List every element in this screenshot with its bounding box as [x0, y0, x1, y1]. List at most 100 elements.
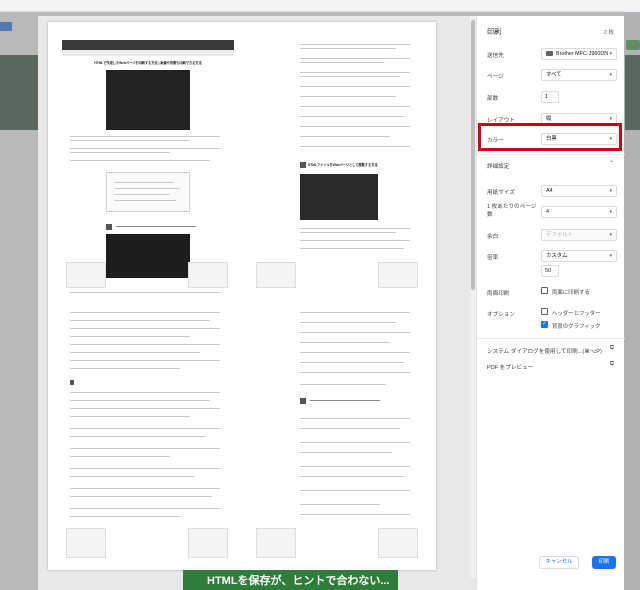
mini-ad: [188, 528, 228, 558]
section-number: [70, 380, 74, 385]
mini-server-image: [300, 174, 378, 220]
destination-select[interactable]: Brother MFC-J960DN ▾: [541, 48, 617, 60]
text-line: [300, 428, 400, 430]
browser-toolbar: [0, 0, 640, 12]
mini-ad: [66, 262, 106, 288]
text-line: [300, 58, 410, 60]
text-line: [300, 362, 404, 364]
more-settings-toggle[interactable]: 詳細設定: [487, 162, 509, 170]
text-line: [300, 490, 410, 492]
external-link-icon[interactable]: ⧉: [610, 361, 614, 368]
preview-scrollbar-thumb[interactable]: [471, 20, 475, 290]
background-graphics-checkbox[interactable]: ✓: [541, 321, 548, 328]
text-line: [300, 352, 410, 354]
printer-icon: [546, 51, 553, 57]
mini-ad: [188, 262, 228, 288]
system-dialog-link[interactable]: システム ダイアログを使用して印刷...(⌘⌥P): [487, 347, 602, 355]
copies-input[interactable]: 1: [541, 91, 559, 103]
text-line: [300, 136, 390, 138]
panel-title: 印刷: [487, 29, 501, 36]
text-line: [116, 226, 196, 228]
options-label: オプション: [487, 312, 515, 318]
headers-footers-checkbox[interactable]: [541, 308, 548, 315]
text-line: [300, 126, 410, 128]
cancel-button[interactable]: キャンセル: [539, 556, 579, 569]
text-line: [114, 182, 174, 184]
scale-select[interactable]: カスタム ▾: [541, 250, 617, 262]
pages-select[interactable]: すべて ▾: [541, 69, 617, 81]
scale-value: カスタム: [546, 253, 568, 259]
text-line: [300, 476, 404, 478]
mini-ad: [256, 528, 296, 558]
mini-ad: [66, 528, 106, 558]
background-graphics-label: 背景のグラフィック: [552, 324, 601, 330]
chevron-down-icon: ▾: [609, 209, 612, 215]
text-line: [70, 148, 220, 150]
chevron-down-icon: ▾: [609, 72, 612, 78]
preview-sheet: HTMLで作成したWebページを印刷する方法 | 画像や背景も印刷できる方法 H…: [48, 22, 436, 570]
pages-label: ページ: [487, 74, 504, 80]
two-sided-option-label: 両面に印刷する: [552, 290, 590, 296]
text-line: [70, 488, 220, 490]
text-line: [300, 248, 404, 250]
pages-per-sheet-label-line2: 数: [487, 212, 493, 218]
text-line: [300, 48, 396, 50]
chevron-up-icon[interactable]: ⌃: [609, 160, 614, 167]
bottom-banner-text: HTMLを保存が、ヒントで合わない...: [207, 575, 390, 587]
text-line: [114, 200, 176, 202]
destination-value: Brother MFC-J960DN: [556, 51, 609, 57]
section-number: [106, 224, 112, 230]
two-sided-checkbox[interactable]: [541, 287, 548, 294]
text-line: [70, 448, 220, 450]
text-line: [70, 428, 220, 430]
text-line: [300, 62, 384, 64]
layout-value: 縦: [546, 116, 552, 122]
mini-site-header: [62, 40, 234, 50]
print-settings-panel: 印刷 2 枚 送信先 Brother MFC-J960DN ▾ ページ すべて ▾ …: [476, 16, 625, 590]
mini-section-heading: HTMLファイルをWebページとして閲覧する方法: [308, 163, 378, 167]
two-sided-label: 両面印刷: [487, 291, 510, 297]
divider: [477, 338, 625, 339]
text-line: [70, 408, 220, 410]
copies-label: 部数: [487, 96, 499, 102]
mini-site-nav: [62, 50, 234, 56]
preview-page-1: HTMLで作成したWebページを印刷する方法 | 画像や背景も印刷できる方法: [62, 40, 234, 298]
pages-value: すべて: [546, 72, 562, 78]
color-setting-highlight: [478, 123, 622, 151]
print-button[interactable]: 印刷: [592, 556, 616, 569]
text-line: [300, 442, 410, 444]
text-line: [70, 476, 194, 478]
text-line: [300, 240, 410, 242]
text-line: [70, 436, 206, 438]
pages-per-sheet-label: 1 枚あたりのページ: [487, 204, 537, 210]
section-number: [300, 162, 306, 168]
headers-footers-label: ヘッダーとフッター: [552, 311, 601, 317]
text-line: [70, 352, 200, 354]
text-line: [300, 44, 410, 46]
text-line: [300, 76, 400, 78]
text-line: [70, 344, 220, 346]
pages-per-sheet-select[interactable]: 4 ▾: [541, 206, 617, 218]
text-line: [70, 468, 220, 470]
external-link-icon[interactable]: ⧉: [610, 345, 614, 352]
divider: [477, 154, 625, 155]
text-line: [300, 96, 396, 98]
pdf-preview-link[interactable]: PDF をプレビュー: [487, 363, 533, 371]
text-line: [70, 140, 190, 142]
mini-ad: [256, 262, 296, 288]
text-line: [300, 342, 390, 344]
text-line: [70, 508, 220, 510]
scale-custom-input[interactable]: 50: [541, 265, 559, 277]
text-line: [70, 292, 220, 294]
text-line: [300, 86, 410, 88]
sheet-count: 2 枚: [603, 30, 614, 36]
chevron-down-icon: ▾: [609, 51, 612, 57]
paper-size-select[interactable]: A4 ▾: [541, 185, 617, 197]
text-line: [70, 368, 180, 370]
text-line: [114, 194, 170, 196]
margins-select[interactable]: デフォルト ▾: [541, 229, 617, 241]
text-line: [300, 72, 410, 74]
chevron-down-icon: ▾: [609, 253, 612, 259]
paper-size-label: 用紙サイズ: [487, 190, 515, 196]
text-line: [300, 332, 410, 334]
